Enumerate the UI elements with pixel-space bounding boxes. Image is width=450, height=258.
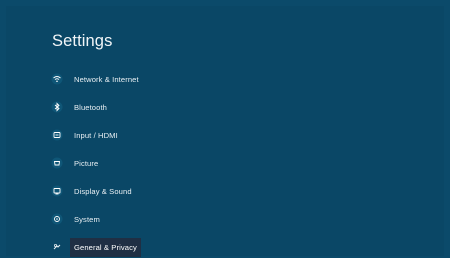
settings-panel: Settings Network & Internet Bluetooth In… <box>6 6 444 258</box>
menu-item-label: Bluetooth <box>74 102 107 112</box>
menu-item-bluetooth[interactable]: Bluetooth <box>46 96 236 118</box>
menu-item-label: Picture <box>74 158 99 168</box>
menu-item-label: Network & Internet <box>74 74 139 84</box>
menu-item-label: General & Privacy <box>70 237 141 257</box>
system-icon <box>46 208 68 230</box>
picture-icon <box>46 152 68 174</box>
bluetooth-icon <box>46 96 68 118</box>
input-icon <box>46 124 68 146</box>
menu-item-input-hdmi[interactable]: Input / HDMI <box>46 124 236 146</box>
menu-item-label: Input / HDMI <box>74 130 118 140</box>
menu-item-label: System <box>74 214 100 224</box>
menu-item-display-sound[interactable]: Display & Sound <box>46 180 236 202</box>
general-icon <box>46 236 68 258</box>
menu-item-picture[interactable]: Picture <box>46 152 236 174</box>
menu-item-system[interactable]: System <box>46 208 236 230</box>
wifi-icon <box>46 68 68 90</box>
page-title: Settings <box>52 32 113 50</box>
menu-item-label: Display & Sound <box>74 186 132 196</box>
menu-item-general-privacy[interactable]: General & Privacy <box>46 236 236 258</box>
menu-item-network[interactable]: Network & Internet <box>46 68 236 90</box>
display-icon <box>46 180 68 202</box>
